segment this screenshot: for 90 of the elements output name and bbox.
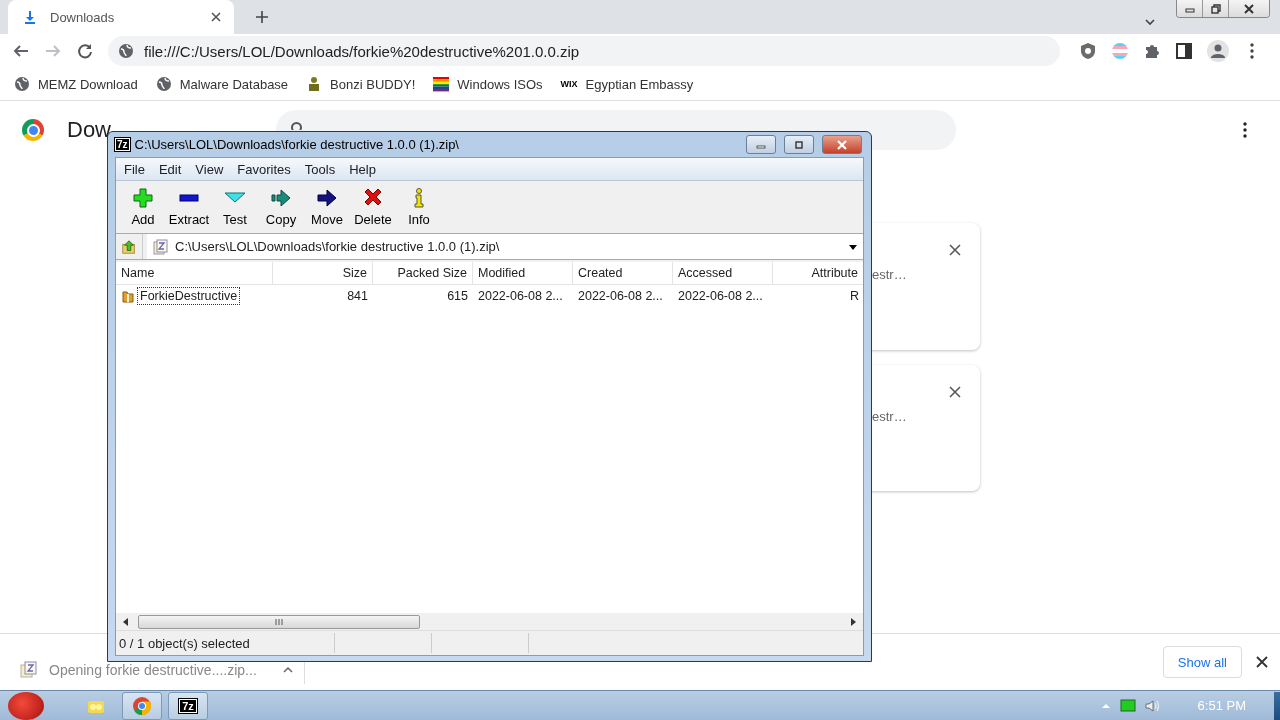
toolbar-button[interactable]: Add [120,187,166,227]
column-header[interactable]: Size [273,262,373,284]
arrow-icon [270,187,292,209]
left-arrow-icon[interactable] [122,617,130,626]
reload-icon[interactable] [76,42,94,60]
menu-item[interactable]: Help [342,161,383,177]
arrow-icon [316,187,338,209]
puzzle-icon[interactable] [1143,42,1161,60]
path-field[interactable]: C:\Users\LOL\Downloads\forkie destructive 1.0.0 (1).zip\ [147,234,863,259]
menu-item[interactable]: File [117,161,152,177]
file-name[interactable]: ForkieDestructive [137,287,241,305]
column-header[interactable]: Created [573,262,673,284]
column-header[interactable]: Accessed [673,262,773,284]
toolbar-button[interactable]: Delete [350,187,396,227]
horizontal-scrollbar[interactable] [116,613,863,630]
address-bar[interactable]: file:///C:/Users/LOL/Downloads/forkie%20destructive%201.0.0.zip [108,36,1060,66]
close-icon[interactable] [210,11,222,23]
globe-icon [155,76,172,92]
scroll-thumb[interactable] [138,614,420,629]
toolbar-button[interactable]: Move [304,187,350,227]
status-text: 0 / 1 object(s) selected [118,635,251,651]
restore-button[interactable] [1203,0,1229,17]
column-header[interactable]: Packed Size [373,262,473,284]
table-cell: 615 [447,289,468,303]
column-header[interactable]: Name [116,262,273,284]
column-header[interactable]: Modified [473,262,573,284]
plus-icon [132,187,154,209]
logo-icon [131,694,153,717]
bookmark-label: Egyptian Embassy [585,76,694,92]
restore-icon [1208,2,1223,15]
logo-icon: 7z [179,698,197,713]
shield-icon[interactable] [1079,42,1097,60]
close-icon[interactable] [1256,656,1268,668]
menu-item[interactable]: Favorites [230,161,298,177]
menu-item[interactable]: Edit [151,161,189,177]
page-title: Dow [67,117,112,143]
table-cell: 2022-06-08 2... [478,289,563,303]
right-arrow-icon[interactable] [849,617,857,626]
rainbow-flag-icon [433,76,450,92]
toolbar-button[interactable]: Info [396,187,442,227]
toolbar-button[interactable]: Copy [258,187,304,227]
dropdown-arrow-icon[interactable] [849,242,857,251]
download-icon [22,9,38,25]
close-icon [1242,2,1256,15]
menu-item[interactable]: Tools [297,161,343,177]
file-name[interactable]: estr… [872,267,907,282]
bookmark-label: Windows ISOs [457,76,543,92]
archive-file-icon [20,661,38,679]
speaker-icon[interactable] [1143,697,1160,714]
logo-icon: WIX [560,79,578,89]
show-desktop-button[interactable] [1274,691,1280,720]
folder-icon [121,289,135,303]
close-icon [835,139,849,150]
minimize-button[interactable] [746,135,776,154]
toolbar-button[interactable]: Extract [166,187,212,227]
maximize-icon [792,139,806,150]
file-name[interactable]: estr… [872,409,907,424]
side-panel-icon[interactable] [1175,42,1193,60]
table-cell: 841 [347,289,368,303]
up-folder-icon [121,238,137,255]
globe-icon [14,76,30,92]
window-title: C:\Users\LOL\Downloads\forkie destructive 1.0.0 (1).zip\ [134,137,459,152]
table-cell: 2022-06-08 2... [678,289,763,303]
taskbar-button[interactable] [122,691,162,720]
toolbar-button[interactable]: Test [212,187,258,227]
column-header[interactable]: Attribute [773,262,863,284]
close-button[interactable] [822,135,862,154]
archive-file-icon [153,238,169,255]
table-cell: 2022-06-08 2... [578,289,663,303]
grip-icon [275,617,283,626]
app-icon: 7z [115,138,130,151]
menu-item[interactable]: View [188,161,231,177]
bookmark-label: MEMZ Download [38,76,138,92]
bookmark-label: Bonzi BUDDY! [330,76,416,92]
avatar-icon[interactable] [1207,40,1229,62]
bookmark-label: Malware Database [179,76,289,92]
close-icon[interactable] [948,386,961,398]
taskbar-button[interactable]: 7z [168,691,208,720]
close-icon[interactable] [948,244,961,256]
logo-icon [22,119,44,141]
chevron-down-icon[interactable] [1144,16,1156,28]
new-tab-icon[interactable] [254,9,270,25]
globe-icon [118,43,134,59]
close-button[interactable] [1229,0,1269,17]
table-cell: R [849,289,859,303]
maximize-button[interactable] [784,135,814,154]
start-button[interactable] [8,691,44,720]
browser-tab[interactable]: Downloads [8,0,234,34]
download-status[interactable]: Opening forkie destructive....zip... [49,662,257,678]
show-all-button[interactable]: Show all [1162,646,1242,678]
